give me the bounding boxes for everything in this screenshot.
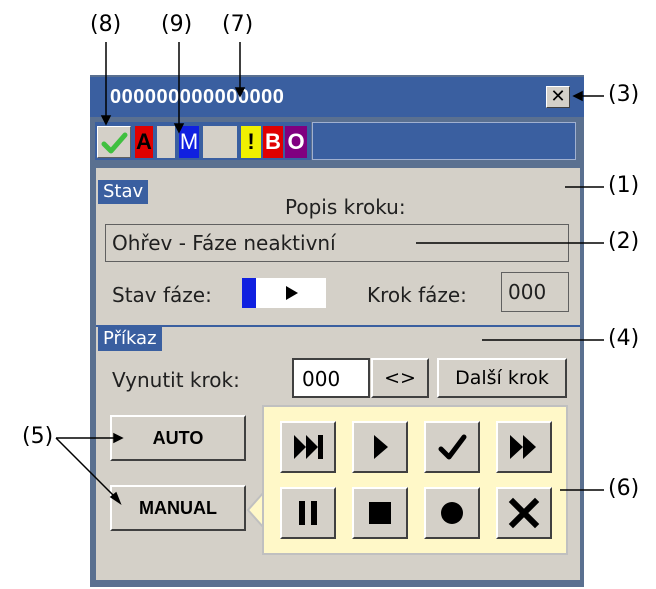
- callout-lines: [55, 42, 604, 505]
